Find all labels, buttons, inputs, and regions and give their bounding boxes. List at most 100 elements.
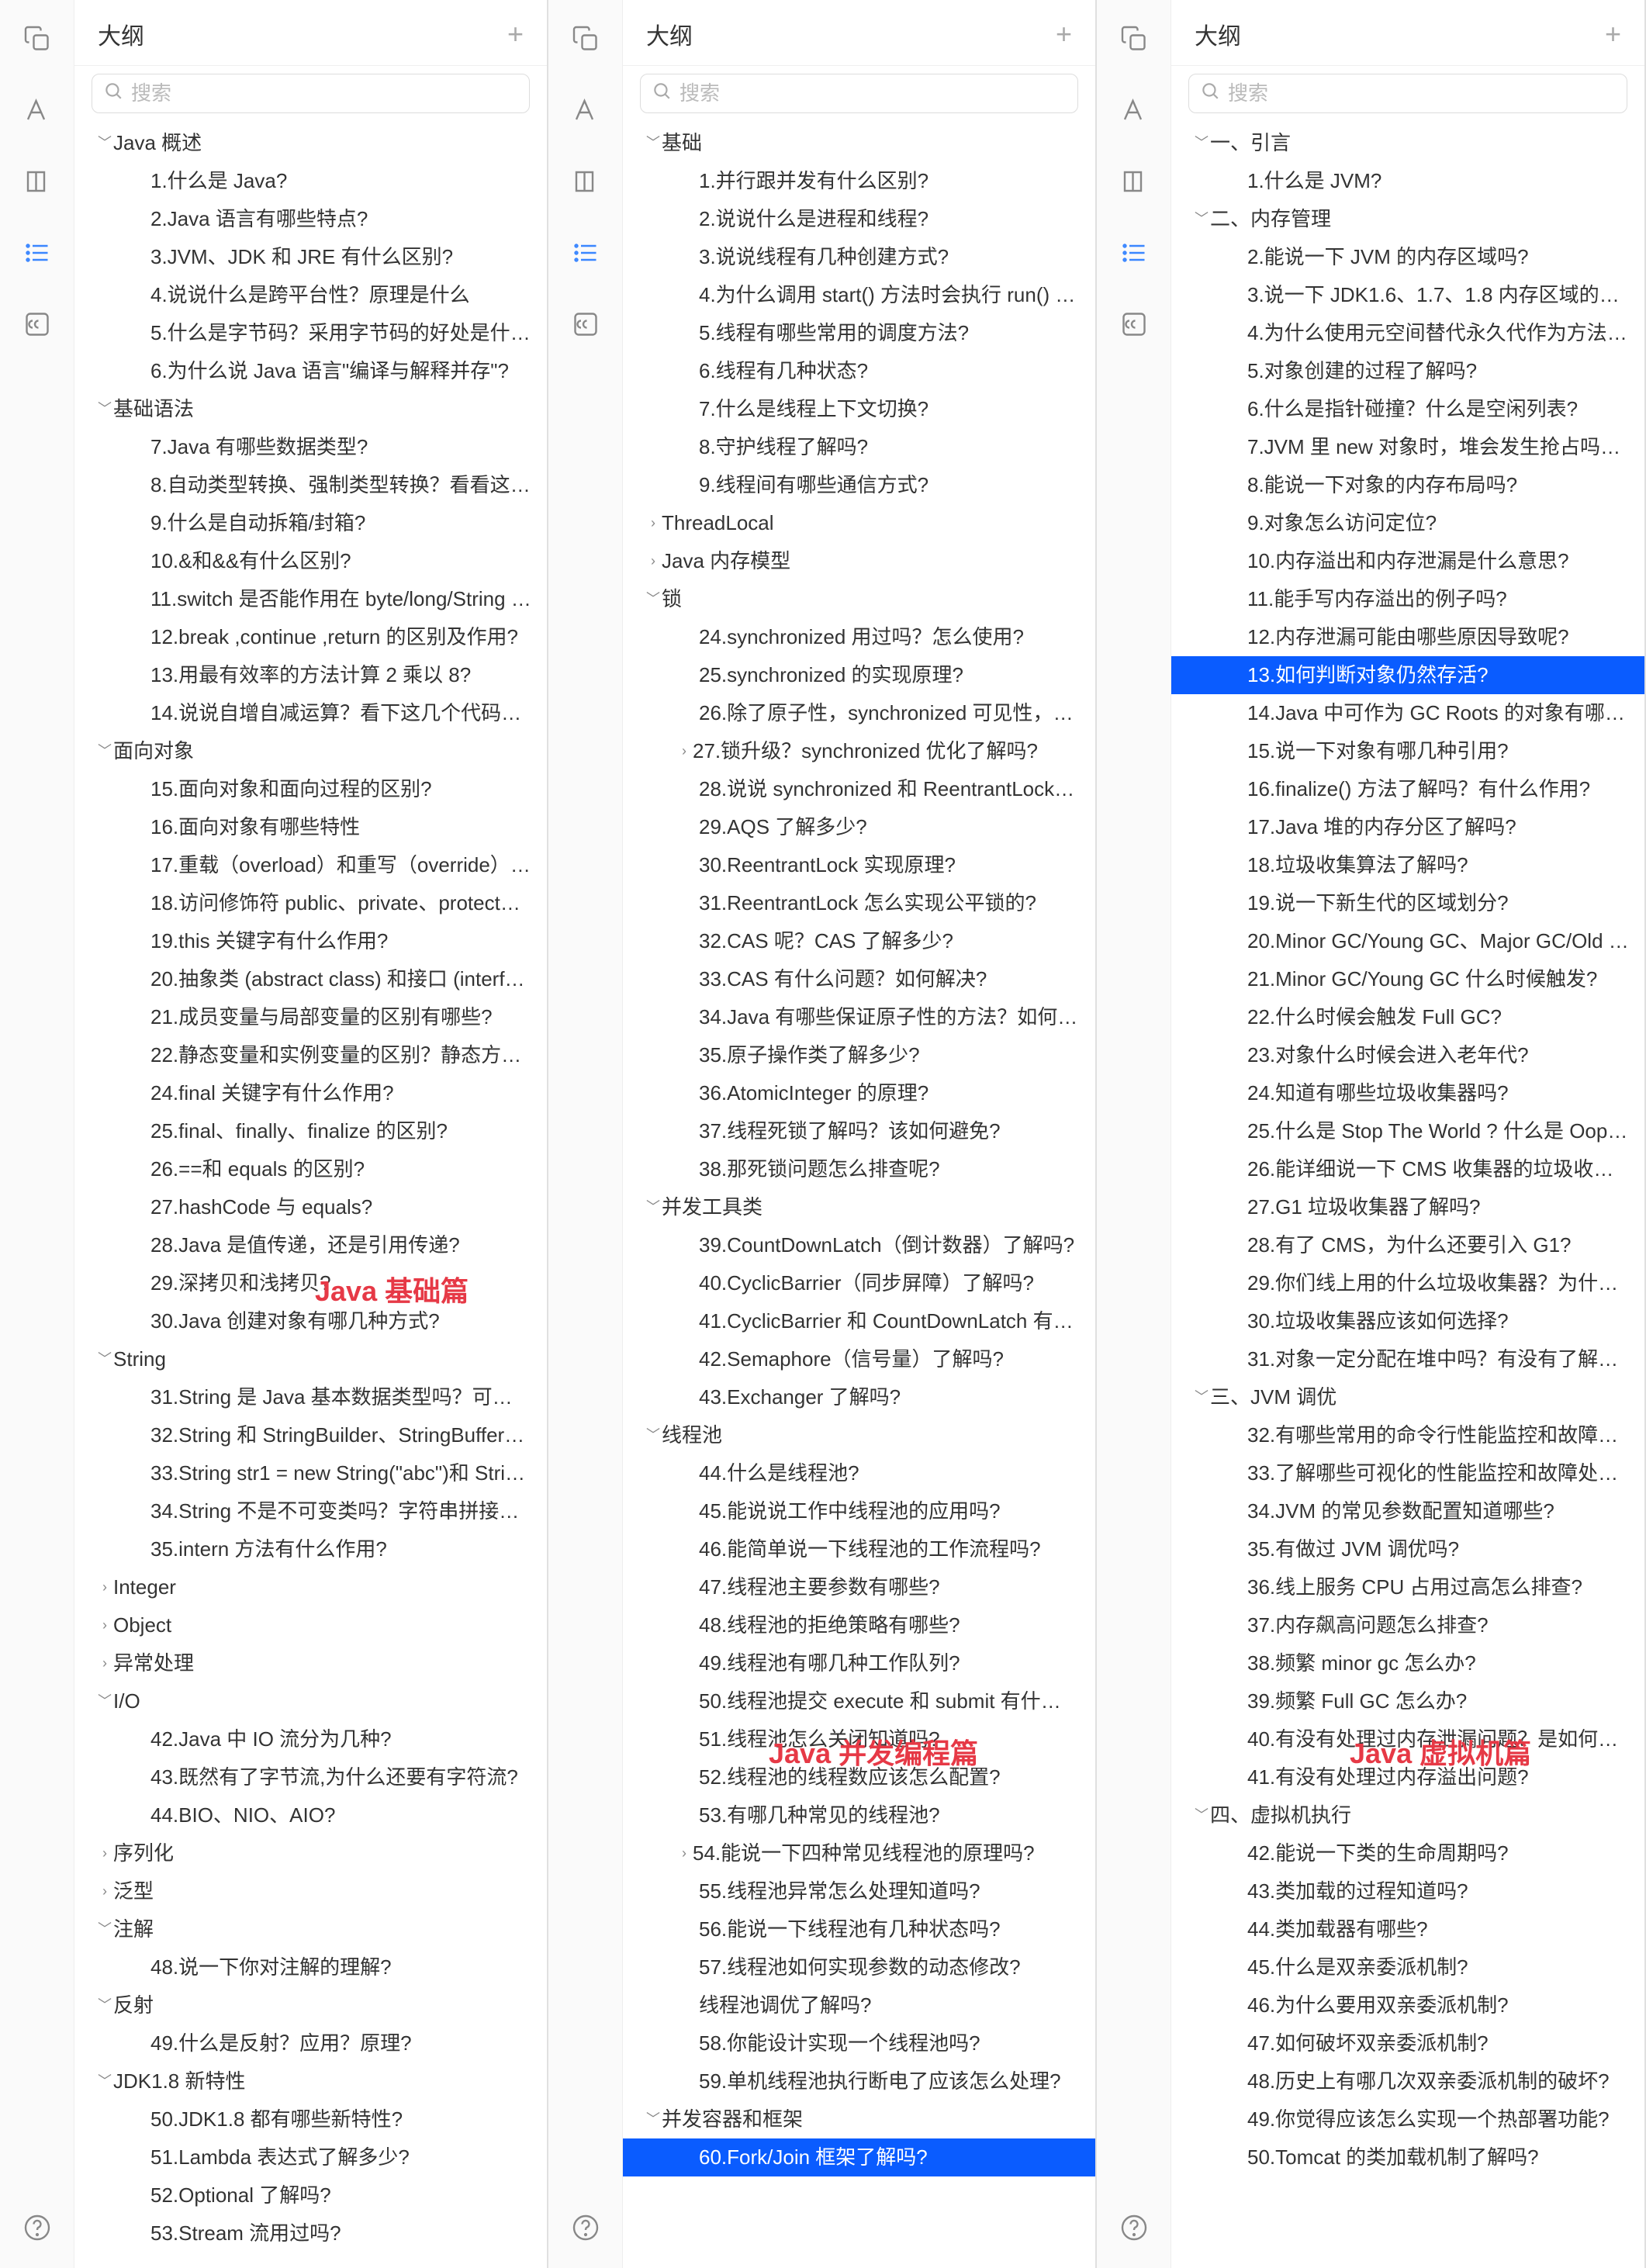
tree-node[interactable]: 37.内存飙高问题怎么排查?	[1171, 1606, 1644, 1644]
toggle-icon[interactable]: ›	[96, 1881, 113, 1902]
tree-node[interactable]: 34.String 不是不可变类吗？字符串拼接是…	[74, 1492, 547, 1530]
list-icon[interactable]	[20, 236, 54, 270]
tree-node[interactable]: 60.Fork/Join 框架了解吗?	[623, 2138, 1095, 2176]
tree-node[interactable]: 59.单机线程池执行断电了应该怎么处理?	[623, 2062, 1095, 2100]
tree-node[interactable]: 1.什么是 Java?	[74, 162, 547, 200]
toggle-icon[interactable]: ﹀	[96, 741, 113, 762]
ocr-icon[interactable]	[569, 307, 603, 341]
tree-node[interactable]: ›54.能说一下四种常见线程池的原理吗?	[623, 1834, 1095, 1872]
tree-node[interactable]: 27.G1 垃圾收集器了解吗?	[1171, 1188, 1644, 1226]
search-box[interactable]	[92, 74, 530, 113]
tree-node[interactable]: ﹀面向对象	[74, 732, 547, 770]
toggle-icon[interactable]: ﹀	[645, 133, 662, 154]
tree-node[interactable]: 17.重载（overload）和重写（override）的…	[74, 846, 547, 884]
tree-node[interactable]: 28.有了 CMS，为什么还要引入 G1?	[1171, 1226, 1644, 1264]
tree-node[interactable]: ﹀三、JVM 调优	[1171, 1378, 1644, 1416]
tree-node[interactable]: 30.Java 创建对象有哪几种方式?	[74, 1302, 547, 1340]
tree-node[interactable]: 42.Java 中 IO 流分为几种?	[74, 1720, 547, 1758]
toggle-icon[interactable]: ﹀	[1193, 1805, 1210, 1826]
list-icon[interactable]	[569, 236, 603, 270]
tree-node[interactable]: 4.为什么调用 start() 方法时会执行 run() 方…	[623, 276, 1095, 314]
tree-node[interactable]: 9.什么是自动拆箱/封箱?	[74, 504, 547, 542]
tree-node[interactable]: 25.什么是 Stop The World ? 什么是 OopMa…	[1171, 1112, 1644, 1150]
tree-node[interactable]: ﹀锁	[623, 580, 1095, 618]
tree-node[interactable]: 19.this 关键字有什么作用?	[74, 922, 547, 960]
tree-node[interactable]: ﹀Java 概述	[74, 124, 547, 162]
tree-node[interactable]: 46.能简单说一下线程池的工作流程吗?	[623, 1530, 1095, 1568]
tree-node[interactable]: 48.线程池的拒绝策略有哪些?	[623, 1606, 1095, 1644]
search-box[interactable]	[1188, 74, 1627, 113]
tree-node[interactable]: 57.线程池如何实现参数的动态修改?	[623, 1948, 1095, 1986]
tree-node[interactable]: 6.什么是指针碰撞？什么是空闲列表?	[1171, 390, 1644, 428]
font-icon[interactable]	[569, 93, 603, 127]
tree-node[interactable]: 43.类加载的过程知道吗?	[1171, 1872, 1644, 1910]
tree-node[interactable]: 26.除了原子性，synchronized 可见性，有…	[623, 694, 1095, 732]
tree-node[interactable]: 12.内存泄漏可能由哪些原因导致呢?	[1171, 618, 1644, 656]
tree-node[interactable]: 38.那死锁问题怎么排查呢?	[623, 1150, 1095, 1188]
toggle-icon[interactable]: ﹀	[1193, 209, 1210, 230]
tree-node[interactable]: 28.说说 synchronized 和 ReentrantLock 的…	[623, 770, 1095, 808]
tree-node[interactable]: 24.synchronized 用过吗？怎么使用?	[623, 618, 1095, 656]
tree-node[interactable]: 43.Exchanger 了解吗?	[623, 1378, 1095, 1416]
toggle-icon[interactable]: ﹀	[96, 1919, 113, 1940]
tree-node[interactable]: 3.说一下 JDK1.6、1.7、1.8 内存区域的变化?	[1171, 276, 1644, 314]
tree-node[interactable]: 25.synchronized 的实现原理?	[623, 656, 1095, 694]
tree-node[interactable]: 49.什么是反射？应用？原理?	[74, 2024, 547, 2062]
tree-node[interactable]: 13.用最有效率的方法计算 2 乘以 8?	[74, 656, 547, 694]
tree-node[interactable]: 28.Java 是值传递，还是引用传递?	[74, 1226, 547, 1264]
tree-node[interactable]: 18.垃圾收集算法了解吗?	[1171, 846, 1644, 884]
tree-node[interactable]: 31.ReentrantLock 怎么实现公平锁的?	[623, 884, 1095, 922]
tree-node[interactable]: 9.线程间有哪些通信方式?	[623, 466, 1095, 504]
tree-node[interactable]: 42.能说一下类的生命周期吗?	[1171, 1834, 1644, 1872]
tree-node[interactable]: 35.原子操作类了解多少?	[623, 1036, 1095, 1074]
tree-node[interactable]: 42.Semaphore（信号量）了解吗?	[623, 1340, 1095, 1378]
tree-node[interactable]: 55.线程池异常怎么处理知道吗?	[623, 1872, 1095, 1910]
tree-node[interactable]: 8.守护线程了解吗?	[623, 428, 1095, 466]
tree-node[interactable]: 44.BIO、NIO、AIO?	[74, 1796, 547, 1834]
tree-node[interactable]: ›ThreadLocal	[623, 504, 1095, 542]
toggle-icon[interactable]: ﹀	[645, 1425, 662, 1446]
toggle-icon[interactable]: ›	[96, 1615, 113, 1636]
tree-node[interactable]: ﹀线程池	[623, 1416, 1095, 1454]
tree-node[interactable]: 7.JVM 里 new 对象时，堆会发生抢占吗？J…	[1171, 428, 1644, 466]
tree-node[interactable]: 1.并行跟并发有什么区别?	[623, 162, 1095, 200]
tree-node[interactable]: 7.Java 有哪些数据类型?	[74, 428, 547, 466]
tree-node[interactable]: ﹀四、虚拟机执行	[1171, 1796, 1644, 1834]
tree-node[interactable]: 52.Optional 了解吗?	[74, 2176, 547, 2214]
tree-node[interactable]: ﹀基础	[623, 124, 1095, 162]
tree-node[interactable]: 53.有哪几种常见的线程池?	[623, 1796, 1095, 1834]
tree-node[interactable]: 30.垃圾收集器应该如何选择?	[1171, 1302, 1644, 1340]
search-input[interactable]	[131, 81, 518, 105]
tree-node[interactable]: 39.频繁 Full GC 怎么办?	[1171, 1682, 1644, 1720]
tree-node[interactable]: 3.JVM、JDK 和 JRE 有什么区别?	[74, 238, 547, 276]
tree-node[interactable]: 38.频繁 minor gc 怎么办?	[1171, 1644, 1644, 1682]
tree-node[interactable]: 2.说说什么是进程和线程?	[623, 200, 1095, 238]
tree-node[interactable]: 17.Java 堆的内存分区了解吗?	[1171, 808, 1644, 846]
ocr-icon[interactable]	[1117, 307, 1151, 341]
font-icon[interactable]	[1117, 93, 1151, 127]
tree-node[interactable]: 4.为什么使用元空间替代永久代作为方法区…	[1171, 314, 1644, 352]
tree-node[interactable]: 10.&和&&有什么区别?	[74, 542, 547, 580]
copy-icon[interactable]	[569, 22, 603, 56]
toggle-icon[interactable]: ›	[96, 1653, 113, 1674]
tree-node[interactable]: 34.JVM 的常见参数配置知道哪些?	[1171, 1492, 1644, 1530]
toggle-icon[interactable]: ›	[96, 1843, 113, 1864]
tree-node[interactable]: 16.finalize() 方法了解吗？有什么作用?	[1171, 770, 1644, 808]
toggle-icon[interactable]: ﹀	[645, 1197, 662, 1218]
tree-node[interactable]: 2.能说一下 JVM 的内存区域吗?	[1171, 238, 1644, 276]
book-icon[interactable]	[1117, 164, 1151, 199]
tree-node[interactable]: ›Java 内存模型	[623, 542, 1095, 580]
tree-node[interactable]: 40.CyclicBarrier（同步屏障）了解吗?	[623, 1264, 1095, 1302]
tree-node[interactable]: 11.能手写内存溢出的例子吗?	[1171, 580, 1644, 618]
tree-node[interactable]: 50.线程池提交 execute 和 submit 有什么区…	[623, 1682, 1095, 1720]
tree-node[interactable]: ﹀并发工具类	[623, 1188, 1095, 1226]
help-icon[interactable]	[20, 2211, 54, 2245]
tree-node[interactable]: 26.==和 equals 的区别?	[74, 1150, 547, 1188]
tree-node[interactable]: 45.什么是双亲委派机制?	[1171, 1948, 1644, 1986]
tree-node[interactable]: 49.你觉得应该怎么实现一个热部署功能?	[1171, 2100, 1644, 2138]
tree-node[interactable]: 1.什么是 JVM?	[1171, 162, 1644, 200]
add-button[interactable]: +	[507, 20, 524, 48]
search-input[interactable]	[679, 81, 1067, 105]
tree-node[interactable]: 22.什么时候会触发 Full GC?	[1171, 998, 1644, 1036]
tree-node[interactable]: 43.既然有了字节流,为什么还要有字符流?	[74, 1758, 547, 1796]
